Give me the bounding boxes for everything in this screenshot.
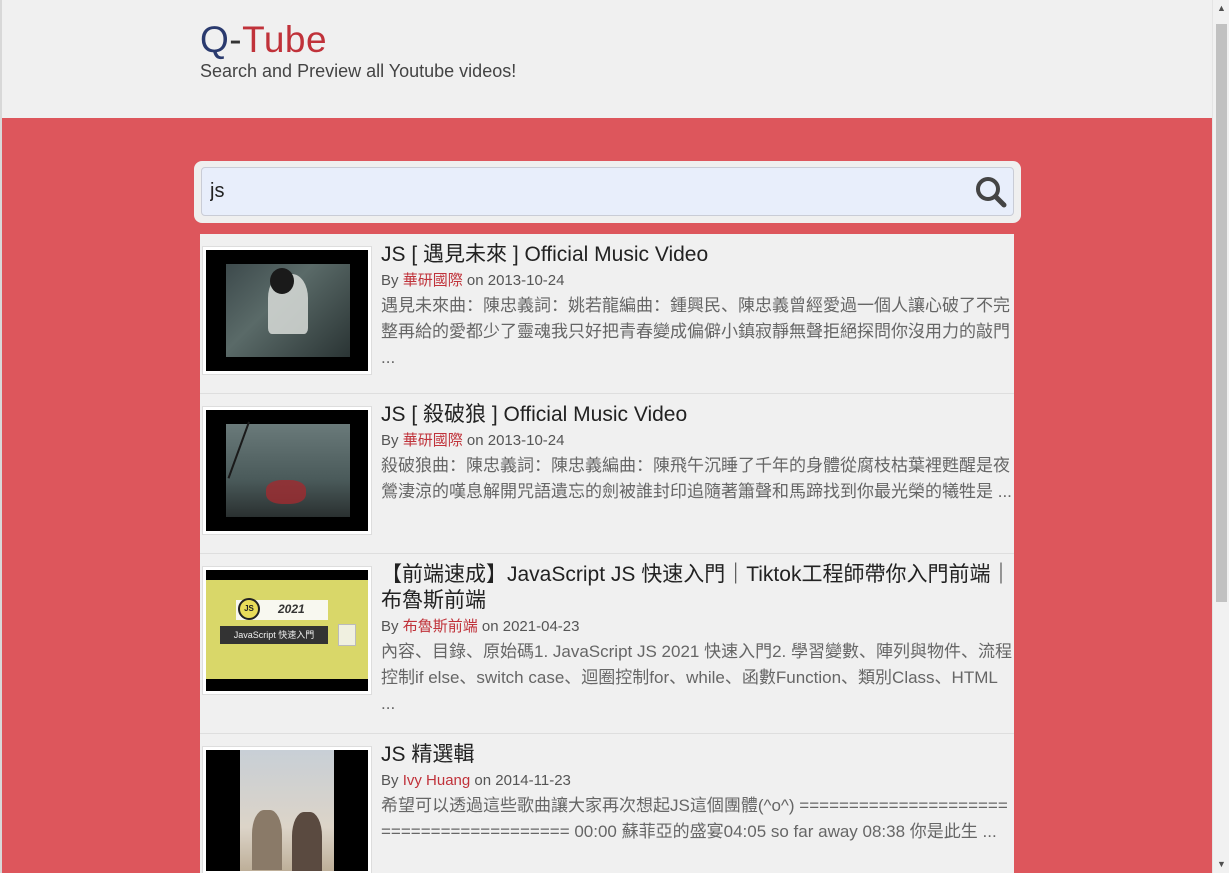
publish-date: 2013-10-24 [487,432,565,449]
page: Q-Tube Search and Preview all Youtube vi… [0,0,1212,873]
thumbnail-year: 2021 [278,602,305,616]
tagline: Search and Preview all Youtube videos! [200,61,517,81]
video-description: 遇見未來曲：陳忠義詞：姚若龍編曲：鍾興民、陳忠義曾經愛過一個人讓心破了不完整再給… [381,296,1010,367]
by-label: By [381,618,399,635]
video-meta: By 華研國際 on 2013-10-24 [381,271,1014,291]
video-thumbnail[interactable] [202,246,372,375]
video-title[interactable]: 【前端速成】JavaScript JS 快速入門｜Tiktok工程師帶你入門前端… [381,562,1014,614]
thumbnail-image [206,750,368,871]
video-thumbnail[interactable] [202,746,372,873]
on-label: on [481,618,499,635]
thumbnail-caption: JavaScript 快速入門 [220,626,328,644]
by-label: By [381,432,399,449]
logo[interactable]: Q-Tube [200,18,327,62]
video-thumbnail[interactable]: JS 2021 JavaScript 快速入門 [202,566,372,695]
thumbnail-image [206,410,368,531]
publish-date: 2014-11-23 [495,772,571,789]
logo-dash: - [229,19,243,60]
result-info: 【前端速成】JavaScript JS 快速入門｜Tiktok工程師帶你入門前端… [381,562,1014,717]
video-description: 殺破狼曲：陳忠義詞：陳忠義編曲：陳飛午沉睡了千年的身體從腐枝枯葉裡甦醒是夜鶯淒涼… [381,456,1012,501]
search-input[interactable] [201,167,1014,216]
on-label: on [466,432,484,449]
channel-link[interactable]: 華研國際 [403,272,463,289]
result-item[interactable]: JS 2021 JavaScript 快速入門 【前端速成】JavaScript… [200,554,1014,734]
js-badge: JS [238,598,260,620]
result-info: JS [ 殺破狼 ] Official Music Video By 華研國際 … [381,402,1014,505]
on-label: on [474,772,492,789]
channel-link[interactable]: Ivy Huang [403,772,471,789]
thumbnail-image [206,250,368,371]
video-title[interactable]: JS [ 遇見未來 ] Official Music Video [381,242,1014,268]
scroll-up-arrow-icon[interactable]: ▲ [1213,0,1229,17]
results-list: JS [ 遇見未來 ] Official Music Video By 華研國際… [200,234,1014,873]
video-meta: By 華研國際 on 2013-10-24 [381,431,1014,451]
search-bar [194,161,1021,223]
result-item[interactable]: JS 精選輯 By Ivy Huang on 2014-11-23 希望可以透過… [200,734,1014,873]
video-meta: By Ivy Huang on 2014-11-23 [381,771,1014,791]
result-item[interactable]: JS [ 殺破狼 ] Official Music Video By 華研國際 … [200,394,1014,554]
result-info: JS [ 遇見未來 ] Official Music Video By 華研國際… [381,242,1014,371]
video-meta: By 布魯斯前端 on 2021-04-23 [381,617,1014,637]
publish-date: 2013-10-24 [487,272,565,289]
by-label: By [381,772,399,789]
channel-link[interactable]: 布魯斯前端 [403,618,478,635]
result-info: JS 精選輯 By Ivy Huang on 2014-11-23 希望可以透過… [381,742,1014,845]
search-icon [976,177,1007,208]
scroll-down-arrow-icon[interactable]: ▼ [1213,856,1229,873]
search-button[interactable] [974,175,1008,209]
result-item[interactable]: JS [ 遇見未來 ] Official Music Video By 華研國際… [200,234,1014,394]
thumbnail-image: JS 2021 JavaScript 快速入門 [206,570,368,691]
scrollbar-thumb[interactable] [1216,24,1227,602]
video-title[interactable]: JS [ 殺破狼 ] Official Music Video [381,402,1014,428]
logo-tube: Tube [242,19,328,60]
video-description: 內容、目錄、原始碼1. JavaScript JS 2021 快速入門2. 學習… [381,642,1012,713]
logo-q: Q [200,19,230,60]
video-thumbnail[interactable] [202,406,372,535]
page-scrollbar[interactable]: ▲ ▼ [1212,0,1229,873]
video-title[interactable]: JS 精選輯 [381,742,1014,768]
video-description: 希望可以透過這些歌曲讓大家再次想起JS這個團體(^o^) ===========… [381,796,1008,841]
main-area: JS [ 遇見未來 ] Official Music Video By 華研國際… [2,118,1212,873]
by-label: By [381,272,399,289]
channel-link[interactable]: 華研國際 [403,432,463,449]
on-label: on [466,272,484,289]
publish-date: 2021-04-23 [502,618,580,635]
header: Q-Tube Search and Preview all Youtube vi… [2,0,1212,118]
